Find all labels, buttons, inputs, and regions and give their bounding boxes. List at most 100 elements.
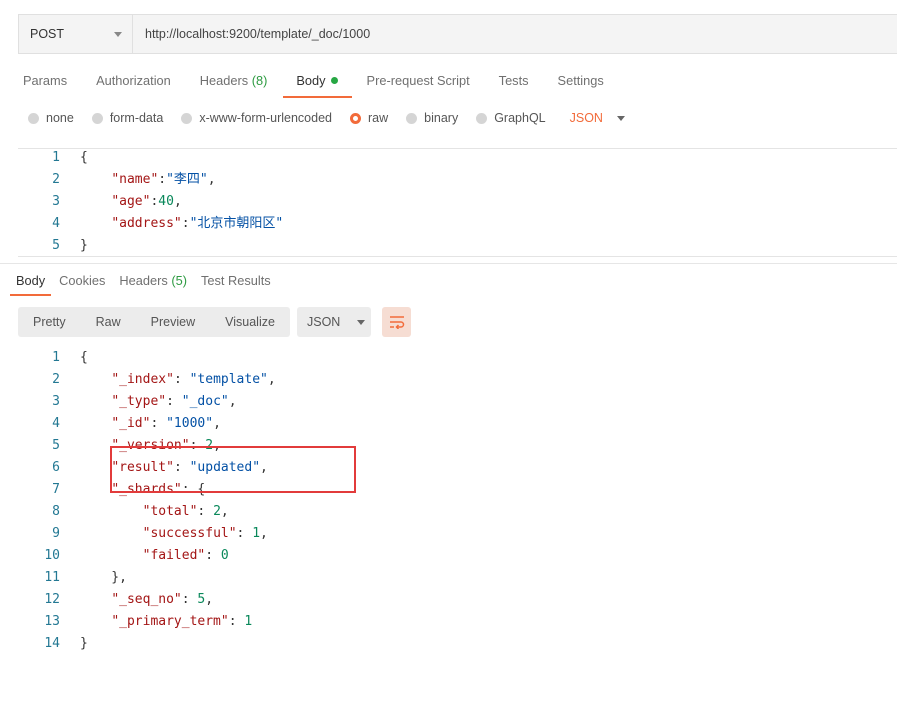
response-tab-body[interactable]: Body [9, 273, 52, 296]
tab-params[interactable]: Params [23, 72, 67, 98]
line-number: 9 [52, 526, 60, 541]
body-format-label: JSON [569, 111, 603, 125]
code-text: "total": 2, [142, 504, 229, 519]
tab-label: Test Results [200, 273, 271, 288]
line-number: 4 [52, 416, 60, 431]
panel-divider [0, 263, 897, 264]
line-number: 8 [52, 504, 60, 519]
chevron-down-icon [114, 32, 122, 37]
code-line: 9 "successful": 1, [18, 523, 897, 545]
radio-button-icon [91, 112, 103, 124]
code-line: 13 "_primary_term": 1 [18, 611, 897, 633]
tab-pre-request-script[interactable]: Pre-request Script [367, 72, 470, 98]
line-number: 10 [44, 548, 60, 563]
code-text: } [80, 636, 88, 651]
line-number: 7 [52, 482, 60, 497]
code-text: "successful": 1, [142, 526, 268, 541]
tab-count-badge: (5) [171, 273, 187, 288]
line-number: 3 [52, 194, 60, 209]
tab-count-badge: (8) [251, 73, 268, 88]
code-text: { [80, 150, 88, 165]
code-line: 4 "_id": "1000", [18, 413, 897, 435]
body-mode-graphql[interactable]: GraphQL [476, 111, 546, 125]
chevron-down-icon [616, 115, 625, 121]
body-mode-raw[interactable]: raw [350, 111, 388, 125]
view-mode-visualize[interactable]: Visualize [210, 315, 290, 329]
code-line: 2 "name":"李四", [18, 169, 897, 191]
request-body-editor[interactable]: 1{2 "name":"李四", 3 "age":40, 4 "address":"… [18, 148, 897, 257]
tab-label: Headers [119, 273, 168, 288]
line-number: 3 [52, 394, 60, 409]
tab-label: Tests [498, 73, 529, 88]
body-mode-x-www-form-urlencoded[interactable]: x-www-form-urlencoded [181, 111, 332, 125]
code-text: "age":40, [111, 194, 182, 209]
body-mode-label: binary [424, 111, 459, 125]
body-mode-label: none [46, 111, 74, 125]
tab-label: Pre-request Script [366, 73, 470, 88]
tab-label: Body [16, 273, 46, 288]
line-number: 6 [52, 460, 60, 475]
code-line: 14} [18, 633, 897, 655]
tab-tests[interactable]: Tests [499, 72, 529, 98]
active-dot-icon [330, 77, 338, 84]
body-mode-label: x-www-form-urlencoded [199, 111, 332, 125]
code-text: "_type": "_doc", [111, 394, 237, 409]
radio-button-icon [350, 112, 361, 124]
response-tabs: Body Cookies Headers (5) Test Results [9, 273, 285, 296]
body-format-select[interactable]: JSON [570, 111, 625, 125]
body-mode-none[interactable]: none [28, 111, 74, 125]
tab-authorization[interactable]: Authorization [96, 72, 171, 98]
chevron-down-icon [357, 319, 366, 325]
method-select[interactable]: POST [19, 15, 133, 53]
tab-body[interactable]: Body [283, 72, 352, 98]
code-line: 4 "address":"北京市朝阳区" [18, 213, 897, 235]
code-text: "address":"北京市朝阳区" [111, 216, 284, 231]
tab-label: Headers [199, 73, 249, 88]
line-number: 2 [52, 172, 60, 187]
code-line: 3 "age":40, [18, 191, 897, 213]
code-text: "_primary_term": 1 [111, 614, 253, 629]
body-mode-form-data[interactable]: form-data [91, 111, 164, 125]
code-text: "_id": "1000", [111, 416, 221, 431]
response-tab-headers[interactable]: Headers (5) [119, 273, 187, 296]
tab-label: Body [296, 73, 326, 88]
view-mode-pretty[interactable]: Pretty [18, 315, 81, 329]
code-text: "_index": "template", [111, 372, 276, 387]
response-view-toolbar: Pretty Raw Preview Visualize [18, 307, 290, 337]
response-tab-test-results[interactable]: Test Results [201, 273, 271, 296]
response-tab-cookies[interactable]: Cookies [59, 273, 105, 296]
url-input[interactable]: http://localhost:9200/template/_doc/1000 [145, 15, 370, 53]
code-line: 1{ [18, 347, 897, 369]
response-body-viewer: 1{2 "_index": "template", 3 "_type": "_do… [18, 346, 897, 666]
code-text: "_seq_no": 5, [111, 592, 214, 607]
radio-button-icon [406, 112, 418, 124]
view-mode-preview[interactable]: Preview [136, 315, 210, 329]
view-mode-raw[interactable]: Raw [81, 315, 136, 329]
code-line: 8 "total": 2, [18, 501, 897, 523]
tab-label: Params [23, 73, 68, 88]
response-format-select[interactable]: JSON [297, 307, 371, 337]
radio-button-icon [28, 112, 39, 124]
response-format-label: JSON [307, 315, 341, 329]
code-line: 11 }, [18, 567, 897, 589]
code-text: }, [80, 570, 127, 585]
tab-headers[interactable]: Headers (8) [200, 72, 268, 98]
radio-button-icon [476, 112, 488, 124]
code-text: "failed": 0 [142, 548, 229, 563]
tab-label: Authorization [96, 73, 171, 88]
body-mode-label: form-data [109, 111, 164, 125]
code-line: 3 "_type": "_doc", [18, 391, 897, 413]
wrap-lines-icon [389, 316, 404, 329]
annotation-highlight-box [110, 446, 356, 493]
tab-settings[interactable]: Settings [558, 72, 604, 98]
method-label: POST [30, 27, 65, 41]
radio-button-icon [181, 112, 193, 124]
line-number: 1 [52, 350, 60, 365]
body-mode-selector: none form-data x-www-form-urlencoded raw bin… [28, 109, 625, 127]
line-number: 5 [52, 238, 60, 253]
code-text: { [80, 350, 88, 365]
body-mode-binary[interactable]: binary [406, 111, 458, 125]
wrap-lines-button[interactable] [382, 307, 411, 337]
line-number: 13 [44, 614, 60, 629]
body-mode-label: raw [368, 111, 389, 125]
